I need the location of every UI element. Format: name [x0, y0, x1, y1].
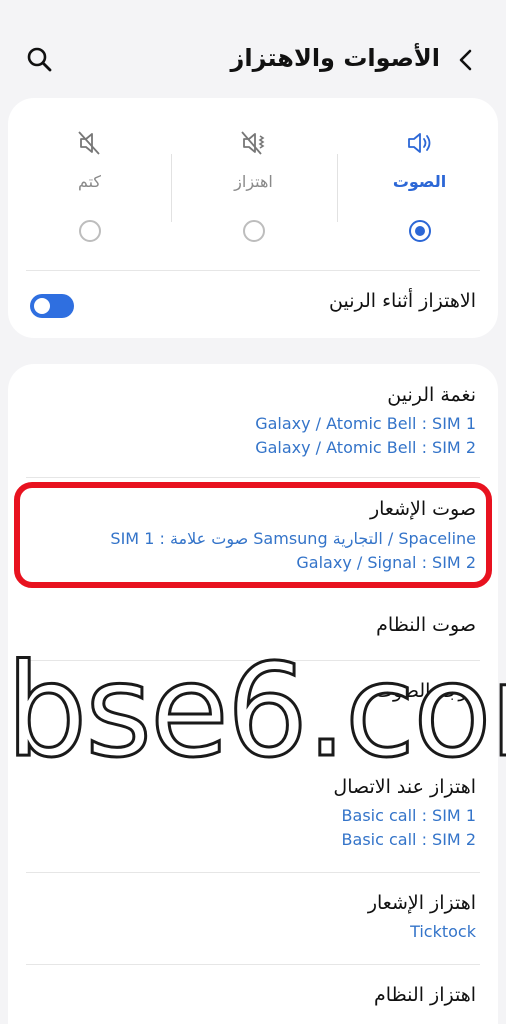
mode-vibrate[interactable]: اهتزاز — [172, 124, 335, 242]
mute-icon — [75, 128, 105, 158]
mode-mute-radio[interactable] — [78, 220, 101, 242]
sound-mode-selector: كتم اهتزاز الصوت — [8, 124, 501, 242]
call-vibration-sim2: Basic call : SIM 2 — [341, 830, 476, 849]
notification-vibration-title: اهتزاز الإشعار — [367, 892, 476, 914]
ringtone-sim1: Galaxy / Atomic Bell : SIM 1 — [255, 414, 476, 433]
ringtone-item[interactable]: نغمة الرنين Galaxy / Atomic Bell : SIM 1… — [8, 364, 498, 476]
top-app-bar: الأصوات والاهتزاز — [0, 30, 506, 90]
mode-sound[interactable]: الصوت — [338, 124, 501, 242]
chevron-left-icon[interactable] — [452, 44, 480, 76]
system-vibration-item[interactable]: اهتزاز النظام — [8, 966, 498, 1024]
watermark: bse6.com — [5, 637, 506, 786]
ringtone-title: نغمة الرنين — [387, 384, 476, 406]
system-vibration-title: اهتزاز النظام — [374, 984, 476, 1006]
divider — [26, 270, 480, 271]
divider — [26, 964, 480, 965]
mode-vibrate-radio[interactable] — [242, 220, 265, 242]
mode-mute-label: كتم — [77, 172, 102, 191]
sound-mode-card: كتم اهتزاز الصوت الاهتزاز أثناء الرنين — [8, 98, 498, 338]
vibrate-icon — [239, 128, 269, 158]
mode-vibrate-label: اهتزاز — [234, 172, 273, 191]
ringtone-sim2: Galaxy / Atomic Bell : SIM 2 — [255, 438, 476, 457]
search-icon[interactable] — [24, 44, 56, 76]
mode-mute[interactable]: كتم — [8, 124, 171, 242]
sounds-vibration-screen: الأصوات والاهتزاز كتم اهتزاز الصوت الاهت… — [0, 0, 506, 1024]
speaker-icon — [405, 128, 435, 158]
mode-sound-label: الصوت — [392, 172, 447, 191]
call-vibration-sim1: Basic call : SIM 1 — [341, 806, 476, 825]
divider — [26, 872, 480, 873]
highlight-box — [14, 482, 492, 588]
vibrate-while-ringing-label: الاهتزاز أثناء الرنين — [329, 290, 476, 312]
notification-vibration-value: Ticktock — [410, 922, 476, 941]
vibrate-while-ringing-toggle[interactable] — [30, 294, 74, 318]
page-title: الأصوات والاهتزاز — [230, 44, 440, 72]
notification-vibration-item[interactable]: اهتزاز الإشعار Ticktock — [8, 874, 498, 966]
system-sound-title: صوت النظام — [376, 614, 476, 636]
mode-sound-radio[interactable] — [408, 220, 431, 242]
